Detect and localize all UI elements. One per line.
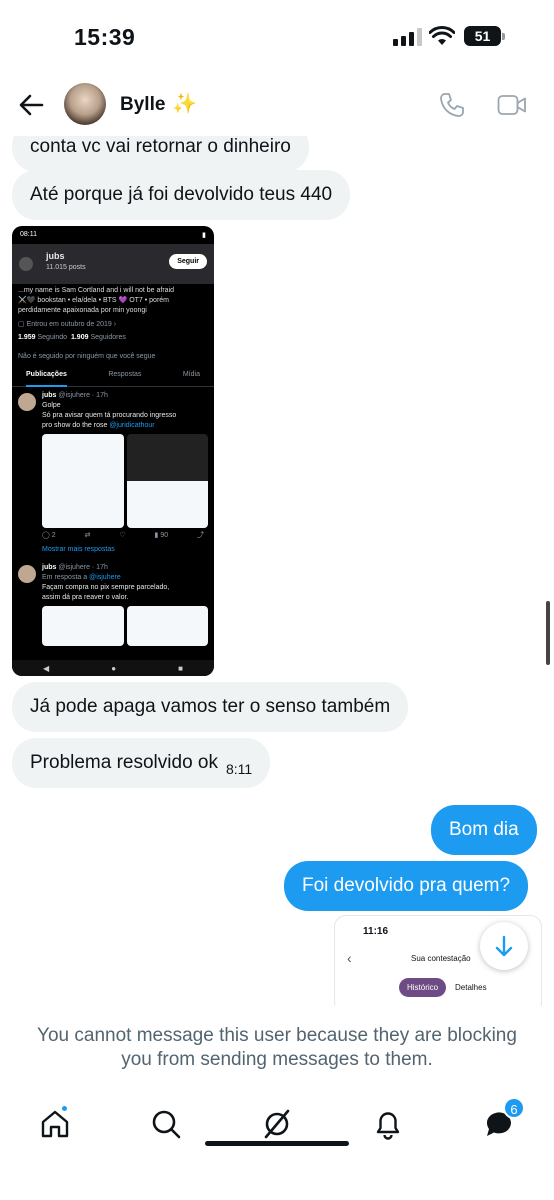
thumb-time: 11:16 [363,926,389,937]
thumb-tab: Detalhes [455,983,487,992]
shot-tweet-images [42,434,208,528]
shot-bio: ...my name is Sam Cortland and i will no… [12,284,214,318]
shot-tweet-avatar [18,393,36,411]
shot-like-icon: ♡ [119,532,126,539]
shot-tweet-author: jubs [42,564,57,571]
message-bubble-incoming[interactable]: Problema resolvido ok 8:11 [12,738,271,788]
scroll-to-bottom-button[interactable] [480,922,528,970]
shot-tweet: jubs @isjuhere · 17h Em resposta a @isju… [12,559,214,650]
shot-views-icon: ▮ 90 [154,532,169,539]
shot-profile-name: jubs [46,251,65,261]
shot-tweet-images [42,606,208,646]
shot-reply-count: 2 [51,532,56,539]
blocked-notice: You cannot message this user because the… [37,1025,517,1070]
message-bubble-incoming[interactable]: conta vc vai retornar o dinheiro [12,136,309,172]
back-arrow-icon[interactable] [18,92,44,118]
shot-time: 08:11 [20,231,37,238]
shot-joined: ▢ Entrou em outubro de 2019 › [18,321,117,328]
message-text: Problema resolvido ok [30,752,218,773]
message-image-screenshot[interactable]: 08:11 ▮ jubs 11.015 posts Seguir ...my na… [12,226,214,676]
shot-share-icon: ⤴ [197,532,204,539]
shot-post-count: 11.015 posts [46,264,86,271]
shot-battery-icon: ▮ [202,232,206,239]
search-icon[interactable] [150,1108,182,1140]
shot-bio-line: perdidamente apaixonada por min yoongi [18,307,147,314]
cellular-signal-icon [393,28,422,46]
shot-reply-to: Em resposta a [42,574,88,581]
message-bubble-incoming[interactable]: Até porque já foi devolvido teus 440 [12,170,351,220]
video-call-icon[interactable] [497,94,527,116]
shot-tabs: Publicações Respostas Mídia [12,363,214,387]
shot-tweet-text: Façam compra no pix sempre parcelado, [42,584,170,591]
shot-tweet-avatar [18,565,36,583]
shot-follow-stats: 1.959 Seguindo 1.909 Seguidores [12,331,214,344]
message-thread[interactable]: conta vc vai retornar o dinheiro Até por… [0,136,554,1006]
thumb-back-icon: ‹ [347,950,352,966]
conversation-header: Bylle ✨ [0,74,554,136]
shot-tweet-text: Só pra avisar quem tá procurando ingress… [42,412,177,419]
battery-icon: 51 [464,26,505,46]
thumb-tab-active: Histórico [399,978,447,997]
shot-tab-posts: Publicações [26,371,67,387]
shot-back-icon [19,257,33,271]
phone-icon[interactable] [439,92,465,118]
shot-tab-replies: Respostas [108,371,142,378]
message-timestamp: 8:11 [225,761,253,777]
shot-tweet-author: jubs [42,392,57,399]
shot-reply-icon: ◯ 2 [42,532,56,539]
bell-icon[interactable] [372,1108,404,1140]
shot-tweet-image [42,606,124,646]
shot-followers-label: Seguidores [90,334,126,341]
grok-icon[interactable] [261,1108,293,1140]
sparkle-emoji: ✨ [172,93,197,115]
shot-retweet-icon: ⇄ [84,532,91,539]
home-icon[interactable] [39,1108,71,1140]
shot-tweet-image [126,434,208,528]
status-time: 15:39 [74,24,136,50]
status-bar: 15:39 51 [0,0,554,74]
shot-following-label: Seguindo [37,334,68,341]
shot-tweet-image [126,606,208,646]
shot-profile-header: jubs 11.015 posts Seguir [12,244,214,284]
shot-show-more: Mostrar mais respostas [42,546,115,553]
message-bubble-outgoing[interactable]: Bom dia [431,805,537,855]
shot-views-count: 90 [160,532,169,539]
shot-tweet-meta: @isjuhere · 17h [58,392,108,399]
shot-tab-media: Mídia [182,371,200,378]
message-bubble-outgoing[interactable]: Foi devolvido pra quem? [284,861,529,911]
shot-tweet-actions: ◯ 2 ⇄ ♡ ▮ 90 ⤴ [42,531,208,541]
wifi-icon [429,26,455,45]
shot-reply-handle: @isjuhere [89,574,121,581]
shot-bio-line: ...my name is Sam Cortland and i will no… [18,287,175,294]
home-notification-dot [60,1104,69,1113]
thumb-title: Sua contestação [411,954,471,963]
home-indicator [205,1141,349,1146]
shot-bio-line: ⚔️🖤 bookstan • ela/dela • BTS 💜 OT7 • po… [18,297,170,304]
shot-android-navbar: ◀ ● ■ [12,660,214,676]
shot-joined-text: Entrou em outubro de 2019 [26,321,112,328]
avatar[interactable] [64,83,106,125]
shot-tweet-text: Golpe [42,402,61,409]
shot-not-followed: Não é seguido por ninguém que você segue [18,353,156,360]
shot-status-bar: 08:11 ▮ [12,226,214,244]
shot-tweet-meta: @isjuhere · 17h [58,564,108,571]
bottom-tab-bar: 6 [0,1094,554,1154]
shot-tweet: jubs @isjuhere · 17h Golpe Só pra avisar… [12,387,214,559]
message-bubble-incoming[interactable]: Já pode apaga vamos ter o senso também [12,682,409,732]
shot-tweet-mention: @juridicathour [109,422,155,429]
shot-follow-button: Seguir [169,254,207,269]
shot-following-count: 1.959 [18,334,36,341]
shot-tweet-text: assim dá pra reaver o valor. [42,594,129,601]
scrollbar[interactable] [546,601,550,665]
messages-badge: 6 [503,1097,525,1119]
shot-tweet-image [42,434,124,528]
shot-tweet-text: pro show do the rose [42,422,108,429]
contact-name[interactable]: Bylle [120,94,165,116]
shot-followers-count: 1.909 [70,334,89,341]
